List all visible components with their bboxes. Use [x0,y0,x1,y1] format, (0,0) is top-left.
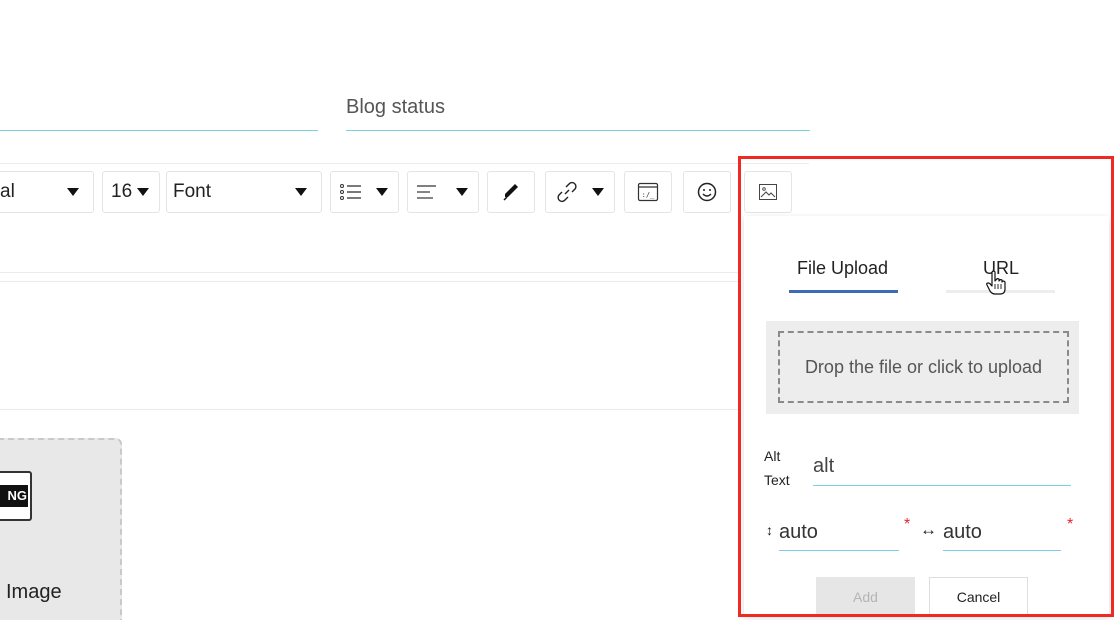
hand-cursor-icon [986,270,1006,295]
font-family-value: Font [173,181,212,202]
chevron-down-icon [456,188,468,196]
alt-text-label-line1: Alt [764,448,781,464]
font-family-dropdown[interactable]: Font [166,171,322,213]
blog-status-label[interactable]: Blog status [346,96,445,119]
paragraph-style-dropdown[interactable]: al [0,171,94,213]
alt-text-label-line2: Text [764,472,790,488]
png-file-badge: NG [0,485,28,507]
title-field-underline [0,130,318,131]
width-required-mark: * [1067,516,1074,533]
width-arrows-icon: ↔ [920,520,937,539]
alt-text-label: Alt Text [764,444,804,492]
editor-bottom-border [0,409,740,410]
font-size-value: 16 [111,181,133,202]
pen-icon [503,184,518,201]
tab-file-upload-indicator [789,290,898,293]
cancel-button[interactable]: Cancel [929,577,1028,617]
font-size-dropdown[interactable]: 16 [102,171,160,213]
chevron-down-icon [592,188,604,196]
height-input[interactable] [779,515,899,551]
embed-icon: :/_ [637,182,659,202]
blog-status-underline [346,130,810,131]
toolbar-bottom-border [0,272,740,273]
chevron-down-icon [67,188,79,196]
image-button[interactable] [744,171,792,213]
editor-top-border [0,281,740,282]
file-drop-text: Drop the file or click to upload [804,356,1043,377]
alt-text-input[interactable] [813,448,1071,486]
chevron-down-icon [376,188,388,196]
height-required-mark: * [904,516,911,533]
list-icon [340,184,361,200]
embed-button[interactable]: :/_ [624,171,672,213]
link-icon [557,181,577,203]
chevron-down-icon [137,188,150,196]
width-input[interactable] [943,515,1061,551]
link-dropdown[interactable] [545,171,615,213]
image-placeholder-label: Image [6,581,62,603]
image-icon [759,184,777,200]
paragraph-style-value: al [0,181,15,202]
list-dropdown[interactable] [330,171,399,213]
add-button[interactable]: Add [816,577,915,617]
height-arrows-icon: ↕ [766,522,773,538]
svg-text::/_: :/_ [642,191,655,199]
file-drop-zone-border[interactable]: Drop the file or click to upload [778,331,1069,403]
text-color-button[interactable] [487,171,535,213]
emoji-icon [697,182,717,202]
chevron-down-icon [295,188,307,196]
tab-file-upload[interactable]: File Upload [797,258,888,279]
toolbar-top-border [0,163,809,164]
emoji-button[interactable] [683,171,731,213]
align-icon [417,185,436,199]
align-dropdown[interactable] [407,171,479,213]
